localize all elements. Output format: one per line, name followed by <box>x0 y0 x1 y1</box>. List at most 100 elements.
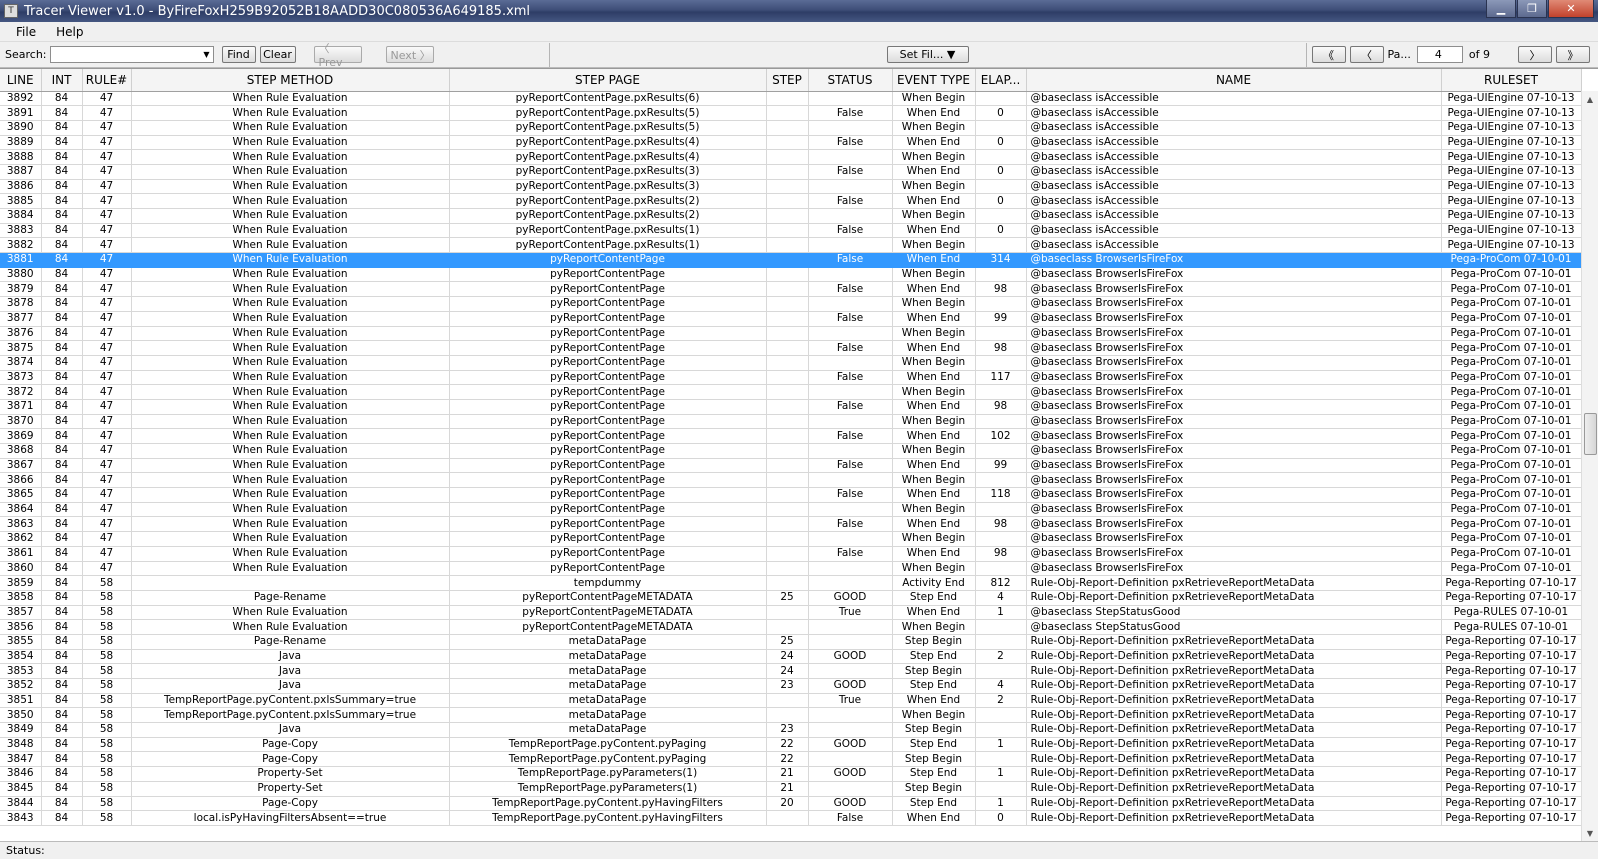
table-row[interactable]: 3874 84 47 When Rule Evaluation pyReportCont… <box>0 355 1582 371</box>
table-row[interactable]: 3859 84 58 tempdummy Activity End 812 Rule-Obj… <box>0 575 1582 591</box>
maximize-icon[interactable]: ❐ <box>1517 0 1547 18</box>
table-row[interactable]: 3860 84 47 When Rule Evaluation pyReportCont… <box>0 561 1582 577</box>
set-filter-button[interactable]: Set Fil... ▼ <box>886 46 969 63</box>
column-header[interactable]: STATUS <box>808 69 893 92</box>
next-page-button[interactable]: 〉 <box>1517 46 1552 63</box>
cell-step-page: pyReportContentPageMETADATA <box>449 619 767 635</box>
table-row[interactable]: 3858 84 58 Page-Rename pyReportContentPageME… <box>0 590 1582 606</box>
column-header[interactable]: EVENT TYPE <box>892 69 976 92</box>
table-row[interactable]: 3845 84 58 Property-Set TempReportPage.pyPar… <box>0 781 1582 797</box>
table-row[interactable]: 3867 84 47 When Rule Evaluation pyReportCont… <box>0 458 1582 474</box>
column-header[interactable]: LINE <box>0 69 42 92</box>
cell-event-type: Activity End <box>892 575 976 591</box>
prev-button[interactable]: 〈 Prev <box>313 42 362 69</box>
column-header[interactable]: STEP PAGE <box>449 69 767 92</box>
clear-button[interactable]: Clear <box>259 46 296 63</box>
minimize-icon[interactable]: ▁ <box>1486 0 1516 18</box>
column-header[interactable]: INT <box>41 69 83 92</box>
cell-int: 84 <box>41 443 83 459</box>
table-row[interactable]: 3890 84 47 When Rule Evaluation pyReportCont… <box>0 120 1582 136</box>
table-row[interactable]: 3878 84 47 When Rule Evaluation pyReportCont… <box>0 296 1582 312</box>
next-button[interactable]: Next 〉 <box>385 46 434 63</box>
cell-step-page: tempdummy <box>449 575 767 591</box>
table-row[interactable]: 3870 84 47 When Rule Evaluation pyReportCont… <box>0 414 1582 430</box>
table-row[interactable]: 3882 84 47 When Rule Evaluation pyReportCont… <box>0 237 1582 254</box>
table-row[interactable]: 3864 84 47 When Rule Evaluation pyReportCont… <box>0 502 1582 518</box>
table-row[interactable]: 3889 84 47 When Rule Evaluation pyReportCont… <box>0 135 1582 151</box>
vertical-scrollbar[interactable]: ▲ ▼ <box>1581 91 1598 842</box>
table-row[interactable]: 3880 84 47 When Rule Evaluation pyReportCont… <box>0 267 1582 283</box>
table-row[interactable]: 3854 84 58 Java metaDataPage 24 GOOD Step End 2 R… <box>0 649 1582 665</box>
table-row[interactable]: 3865 84 47 When Rule Evaluation pyReportCont… <box>0 487 1582 503</box>
table-row[interactable]: 3879 84 47 When Rule Evaluation pyReportCont… <box>0 281 1582 298</box>
table-row[interactable]: 3891 84 47 When Rule Evaluation pyReportCont… <box>0 105 1582 121</box>
table-row[interactable]: 3876 84 47 When Rule Evaluation pyReportCont… <box>0 326 1582 342</box>
table-row[interactable]: 3844 84 58 Page-Copy TempReportPage.pyConten… <box>0 796 1582 812</box>
table-row[interactable]: 3881 84 47 When Rule Evaluation pyReportCont… <box>0 252 1582 268</box>
menu-help[interactable]: Help <box>46 25 93 39</box>
tracer-app-icon[interactable]: T <box>4 4 18 18</box>
table-row[interactable]: 3883 84 47 When Rule Evaluation pyReportCont… <box>0 223 1582 239</box>
table-row[interactable]: 3843 84 58 local.isPyHavingFiltersAbsent==t… <box>0 810 1582 826</box>
table-row[interactable]: 3869 84 47 When Rule Evaluation pyReportCont… <box>0 428 1582 444</box>
table-row[interactable]: 3886 84 47 When Rule Evaluation pyReportCont… <box>0 179 1582 195</box>
prev-page-button[interactable]: 〈 <box>1349 46 1384 63</box>
table-row[interactable]: 3850 84 58 TempReportPage.pyContent.pxIsSum… <box>0 707 1582 724</box>
table-row[interactable]: 3877 84 47 When Rule Evaluation pyReportCont… <box>0 311 1582 327</box>
last-page-button[interactable]: 》 <box>1555 46 1590 63</box>
table-row[interactable]: 3884 84 47 When Rule Evaluation pyReportCont… <box>0 208 1582 224</box>
table-row[interactable]: 3852 84 58 Java metaDataPage 23 GOOD Step End 4 R… <box>0 678 1582 694</box>
first-page-button[interactable]: 《 <box>1311 46 1346 63</box>
table-row[interactable]: 3851 84 58 TempReportPage.pyContent.pxIsSum… <box>0 693 1582 709</box>
chevron-down-icon[interactable]: ▼ <box>203 50 209 59</box>
cell-ruleset: Pega-ProCom 07-10-01 <box>1441 443 1582 459</box>
column-header[interactable]: RULESET <box>1441 69 1582 92</box>
table-row[interactable]: 3857 84 58 When Rule Evaluation pyReportCont… <box>0 605 1582 621</box>
cell-int: 84 <box>41 252 83 268</box>
cell-name: @baseclass BrowserIsFireFox <box>1026 487 1442 503</box>
cell-name: @baseclass BrowserIsFireFox <box>1026 326 1442 342</box>
table-row[interactable]: 3848 84 58 Page-Copy TempReportPage.pyConten… <box>0 737 1582 753</box>
cell-ruleset: Pega-ProCom 07-10-01 <box>1441 516 1582 533</box>
table-row[interactable]: 3885 84 47 When Rule Evaluation pyReportCont… <box>0 193 1582 209</box>
cell-name: @baseclass BrowserIsFireFox <box>1026 311 1442 327</box>
cell-name: @baseclass BrowserIsFireFox <box>1026 267 1442 283</box>
table-row[interactable]: 3888 84 47 When Rule Evaluation pyReportCont… <box>0 149 1582 165</box>
table-row[interactable]: 3892 84 47 When Rule Evaluation pyReportCont… <box>0 91 1582 107</box>
cell-elap <box>975 237 1027 254</box>
scroll-up-icon[interactable]: ▲ <box>1582 91 1598 108</box>
table-row[interactable]: 3847 84 58 Page-Copy TempReportPage.pyConten… <box>0 751 1582 768</box>
search-combo[interactable]: ▼ <box>49 46 214 63</box>
table-row[interactable]: 3846 84 58 Property-Set TempReportPage.pyPar… <box>0 766 1582 782</box>
cell-int: 84 <box>41 326 83 342</box>
table-row[interactable]: 3856 84 58 When Rule Evaluation pyReportCont… <box>0 619 1582 635</box>
column-header[interactable]: ELAP... <box>975 69 1027 92</box>
table-row[interactable]: 3855 84 58 Page-Rename metaDataPage 25 Step Be… <box>0 634 1582 650</box>
column-header[interactable]: NAME <box>1026 69 1442 92</box>
column-header[interactable]: STEP <box>766 69 809 92</box>
find-button[interactable]: Find <box>221 46 256 63</box>
column-header[interactable]: STEP METHOD <box>131 69 450 92</box>
cell-status: True <box>808 605 893 621</box>
table-row[interactable]: 3862 84 47 When Rule Evaluation pyReportCont… <box>0 531 1582 547</box>
table-row[interactable]: 3861 84 47 When Rule Evaluation pyReportCont… <box>0 546 1582 562</box>
page-number-input[interactable]: 4 <box>1416 46 1463 63</box>
table-row[interactable]: 3871 84 47 When Rule Evaluation pyReportCont… <box>0 399 1582 415</box>
close-icon[interactable]: ✕ <box>1548 0 1594 18</box>
menu-file[interactable]: File <box>6 25 46 39</box>
column-header[interactable]: RULE# <box>82 69 132 92</box>
table-row[interactable]: 3866 84 47 When Rule Evaluation pyReportCont… <box>0 472 1582 489</box>
table-row[interactable]: 3875 84 47 When Rule Evaluation pyReportCont… <box>0 340 1582 356</box>
scroll-thumb[interactable] <box>1584 413 1597 455</box>
cell-status: GOOD <box>808 649 893 665</box>
table-row[interactable]: 3849 84 58 Java metaDataPage 23 Step Begin Rule… <box>0 722 1582 738</box>
table-row[interactable]: 3873 84 47 When Rule Evaluation pyReportCont… <box>0 370 1582 386</box>
table-row[interactable]: 3853 84 58 Java metaDataPage 24 Step Begin Rule… <box>0 663 1582 679</box>
table-row[interactable]: 3868 84 47 When Rule Evaluation pyReportCont… <box>0 443 1582 459</box>
table-row[interactable]: 3872 84 47 When Rule Evaluation pyReportCont… <box>0 384 1582 400</box>
table-row[interactable]: 3863 84 47 When Rule Evaluation pyReportCont… <box>0 516 1582 533</box>
scroll-down-icon[interactable]: ▼ <box>1582 825 1598 842</box>
cell-int: 84 <box>41 120 83 136</box>
table-row[interactable]: 3887 84 47 When Rule Evaluation pyReportCont… <box>0 164 1582 180</box>
cell-rule: 58 <box>82 663 132 679</box>
